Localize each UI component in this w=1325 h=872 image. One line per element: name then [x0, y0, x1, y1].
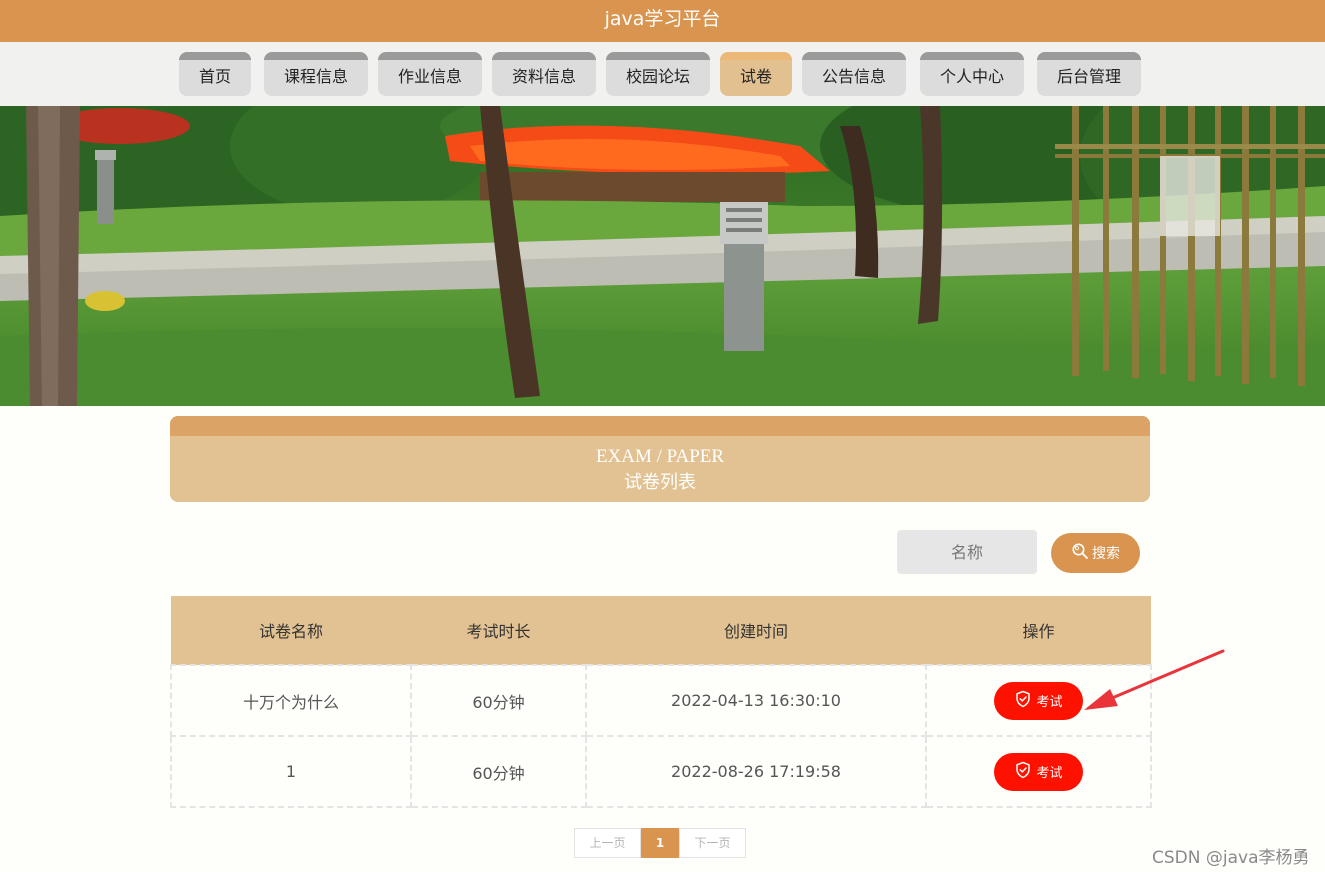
banner-image [0, 106, 1325, 406]
nav-item-announcements[interactable]: 公告信息 [802, 52, 906, 96]
app-title: java学习平台 [0, 0, 1325, 42]
search-input[interactable] [897, 530, 1037, 574]
page-1-button[interactable]: 1 [641, 828, 679, 858]
cell-exam-name: 1 [170, 735, 412, 808]
cell-created-time: 2022-04-13 16:30:10 [585, 664, 927, 737]
table-row: 1 60分钟 2022-08-26 17:19:58 考试 [170, 735, 1152, 808]
take-exam-label: 考试 [1036, 695, 1063, 710]
section-header: EXAM / PAPER 试卷列表 [170, 416, 1150, 502]
table-header-row: 试卷名称 考试时长 创建时间 操作 [171, 596, 1151, 665]
watermark: CSDN @java李杨勇 [1152, 848, 1310, 868]
cell-created-time: 2022-08-26 17:19:58 [585, 735, 927, 808]
annotation-arrow-icon [1084, 649, 1225, 710]
main-nav: 首页 课程信息 作业信息 资料信息 校园论坛 试卷 公告信息 个人中心 后台管理 [0, 42, 1325, 106]
section-title-cn: 试卷列表 [624, 472, 696, 493]
nav-item-personal-center[interactable]: 个人中心 [920, 52, 1024, 96]
exam-table: 试卷名称 考试时长 创建时间 操作 十万个为什么 60分钟 2022-04-13… [170, 596, 1152, 808]
cell-duration: 60分钟 [410, 664, 587, 737]
cell-action: 考试 [925, 735, 1152, 808]
take-exam-button[interactable]: 考试 [994, 681, 1083, 720]
cell-exam-name: 十万个为什么 [170, 664, 412, 737]
take-exam-button[interactable]: 考试 [994, 752, 1083, 791]
shield-check-icon [1014, 761, 1032, 783]
shield-check-icon [1014, 690, 1032, 712]
take-exam-label: 考试 [1036, 766, 1063, 781]
section-header-stripe [170, 416, 1150, 436]
search-button[interactable]: 搜索 [1051, 533, 1140, 573]
nav-item-courses[interactable]: 课程信息 [264, 52, 368, 96]
pagination: 上一页 1 下一页 [574, 828, 746, 858]
table-row: 十万个为什么 60分钟 2022-04-13 16:30:10 考试 [170, 664, 1152, 737]
nav-item-admin[interactable]: 后台管理 [1037, 52, 1141, 96]
next-page-button[interactable]: 下一页 [679, 828, 746, 858]
column-header-duration: 考试时长 [411, 596, 586, 665]
cell-duration: 60分钟 [410, 735, 587, 808]
nav-item-homework[interactable]: 作业信息 [378, 52, 482, 96]
section-title-en: EXAM / PAPER [595, 446, 725, 467]
nav-item-home[interactable]: 首页 [179, 52, 251, 96]
nav-item-exam[interactable]: 试卷 [720, 52, 792, 96]
search-icon [1071, 542, 1089, 564]
nav-item-materials[interactable]: 资料信息 [492, 52, 596, 96]
prev-page-button[interactable]: 上一页 [574, 828, 641, 858]
column-header-name: 试卷名称 [171, 596, 411, 665]
column-header-created: 创建时间 [586, 596, 926, 665]
search-button-label: 搜索 [1092, 546, 1120, 562]
nav-item-forum[interactable]: 校园论坛 [606, 52, 710, 96]
